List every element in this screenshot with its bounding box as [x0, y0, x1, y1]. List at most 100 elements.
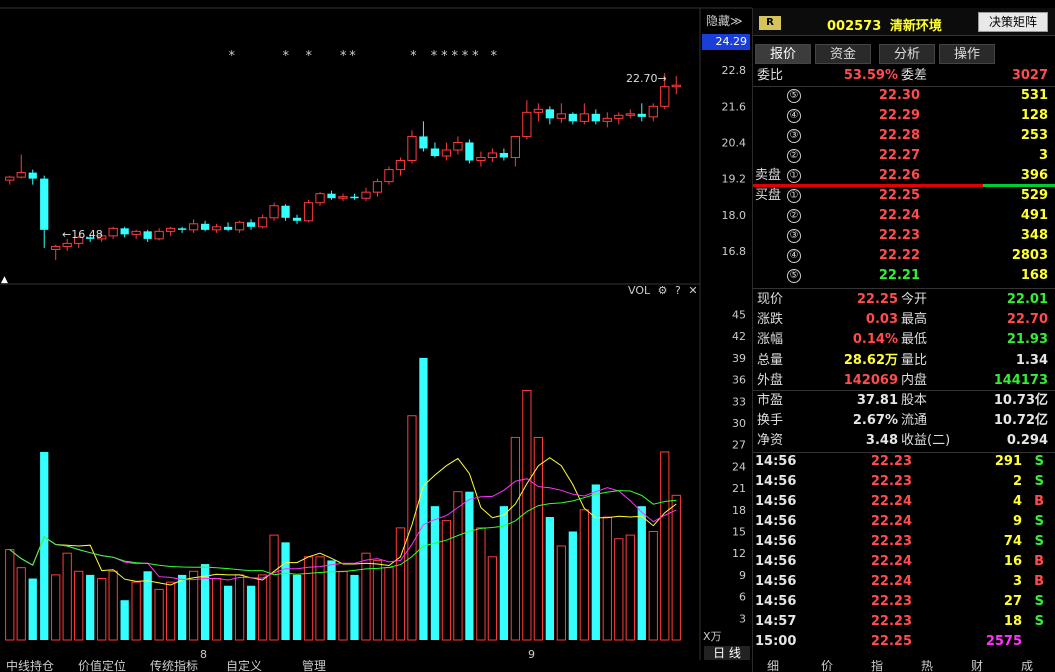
ptab-fin[interactable]: 财	[971, 660, 995, 672]
tab-quote[interactable]: 报价	[755, 44, 811, 64]
buy-vol: 2803	[1011, 248, 1048, 263]
trade-vol: 27	[1003, 594, 1022, 609]
sell-price: 22.28	[878, 128, 920, 143]
volume-tick: 30	[732, 417, 746, 430]
volume-bar	[568, 531, 577, 640]
weicha-label: 委差	[901, 68, 928, 83]
star-marker: *	[441, 49, 448, 64]
bottom-tab-5[interactable]: 管理	[302, 660, 342, 672]
trade-row: 15:00 22.25 2575	[753, 632, 1055, 652]
candle-body	[441, 149, 452, 157]
volume-bar	[315, 556, 325, 641]
trade-vol: 291	[994, 454, 1022, 469]
volume-bar	[257, 574, 268, 641]
quote-value: 28.62万	[843, 352, 898, 368]
trade-time: 14:56	[755, 474, 797, 489]
sell-level: ②	[787, 149, 801, 163]
candle-body	[568, 113, 577, 122]
volume-bar	[579, 509, 589, 641]
trade-vol: 4	[1012, 494, 1022, 509]
buy-row: ⑤ 22.21 168	[753, 266, 1055, 286]
candle-body	[671, 84, 681, 88]
candle-body	[62, 242, 72, 247]
quote-label2: 今开	[901, 292, 928, 307]
volume-bar	[40, 451, 49, 640]
quote-value: 3.48	[865, 433, 898, 449]
candle-body	[637, 113, 646, 117]
sell-vol: 3	[1038, 148, 1048, 163]
day-line-button[interactable]: 日 线	[704, 646, 750, 660]
quote-value2: 10.72亿	[993, 413, 1048, 429]
quote-label: 涨幅	[757, 332, 784, 348]
gear-icon[interactable]: ⚙	[658, 284, 668, 297]
volume-bar	[614, 538, 624, 641]
sell-row: 卖盘 ① 22.26 396	[753, 166, 1055, 186]
candle-body	[131, 230, 141, 235]
volume-bar	[625, 534, 635, 641]
stock-name: 清新环境	[889, 19, 942, 34]
volume-bar	[671, 494, 681, 641]
panel-tabs: 报价 资金 分析 操作	[753, 44, 1055, 66]
candle-body	[648, 105, 658, 118]
volume-bar	[407, 415, 417, 641]
ptab-detail[interactable]: 细	[767, 660, 791, 672]
hide-button[interactable]: 隐藏≫	[706, 12, 743, 29]
quote-label2: 最高	[901, 312, 928, 328]
tab-funds[interactable]: 资金	[815, 44, 871, 64]
volume-bar	[372, 559, 383, 641]
trade-vol: 2575	[985, 634, 1022, 649]
quote-value2: 21.93	[1006, 332, 1048, 348]
candle-body	[430, 148, 440, 157]
kline-chart[interactable]: 22.821.620.419.218.016.84542393633302724…	[0, 0, 752, 672]
tab-analysis[interactable]: 分析	[879, 44, 935, 64]
bottom-tab-1[interactable]: 中线持仓	[6, 660, 64, 672]
trade-row: 14:56 22.23 2 S	[753, 472, 1055, 492]
volume-bar	[246, 585, 256, 640]
tab-operate[interactable]: 操作	[939, 44, 995, 64]
volume-bar	[465, 491, 474, 640]
decision-matrix-button[interactable]: 决策矩阵	[978, 12, 1048, 32]
axis-ticks: 22.821.620.419.218.016.84542393633302724…	[722, 64, 747, 625]
volume-bar	[51, 574, 61, 641]
weicha-value: 3027	[1011, 68, 1048, 83]
candle-body	[419, 136, 428, 149]
buy-vol: 529	[1020, 188, 1048, 203]
ptab-more[interactable]: 成	[1021, 660, 1045, 672]
volume-bar	[327, 560, 336, 640]
quote-panel: R 002573 清新环境 决策矩阵 报价 资金 分析 操作 委比 53.59%…	[752, 8, 1055, 672]
volume-bar	[234, 574, 245, 641]
volume-bar	[269, 534, 279, 641]
volume-bar	[384, 567, 394, 641]
trade-vol: 2	[1012, 474, 1022, 489]
ptab-hot[interactable]: 热	[921, 660, 945, 672]
quote-row: 涨跌 0.03 最高 22.70	[753, 310, 1055, 330]
quote-label2: 流通	[901, 413, 928, 429]
candle-body	[120, 228, 129, 235]
volume-tick: 3	[739, 612, 746, 625]
volume-tick: 39	[732, 352, 746, 365]
bottom-tab-3[interactable]: 传统指标	[150, 660, 208, 672]
buy-row: ③ 22.23 348	[753, 226, 1055, 246]
quote-row: 市盈 37.81 股本 10.73亿	[753, 391, 1055, 411]
volume-bar	[338, 570, 348, 641]
volume-bar	[211, 578, 222, 641]
close-icon[interactable]: ✕	[688, 284, 697, 297]
help-icon[interactable]: ?	[675, 284, 681, 297]
price-tick: 19.2	[722, 173, 747, 186]
candle-body	[545, 109, 554, 119]
volume-bar	[602, 516, 612, 641]
low-annotation: ←16.48	[62, 228, 103, 241]
star-marker: *	[229, 49, 236, 64]
volume-bar	[476, 527, 486, 641]
volume-bar	[165, 581, 176, 641]
ptab-index[interactable]: 指	[871, 660, 895, 672]
volume-tick: 36	[732, 374, 746, 387]
sell-row: ③ 22.28 253	[753, 126, 1055, 146]
bottom-tab-2[interactable]: 价值定位	[78, 660, 136, 672]
volume-tick: 27	[732, 439, 746, 452]
buy-level: ③	[787, 229, 801, 243]
ptab-price[interactable]: 价	[821, 660, 845, 672]
bottom-tab-4[interactable]: 自定义	[226, 660, 276, 672]
volume-bar	[660, 451, 670, 641]
trade-side: S	[1034, 514, 1044, 529]
